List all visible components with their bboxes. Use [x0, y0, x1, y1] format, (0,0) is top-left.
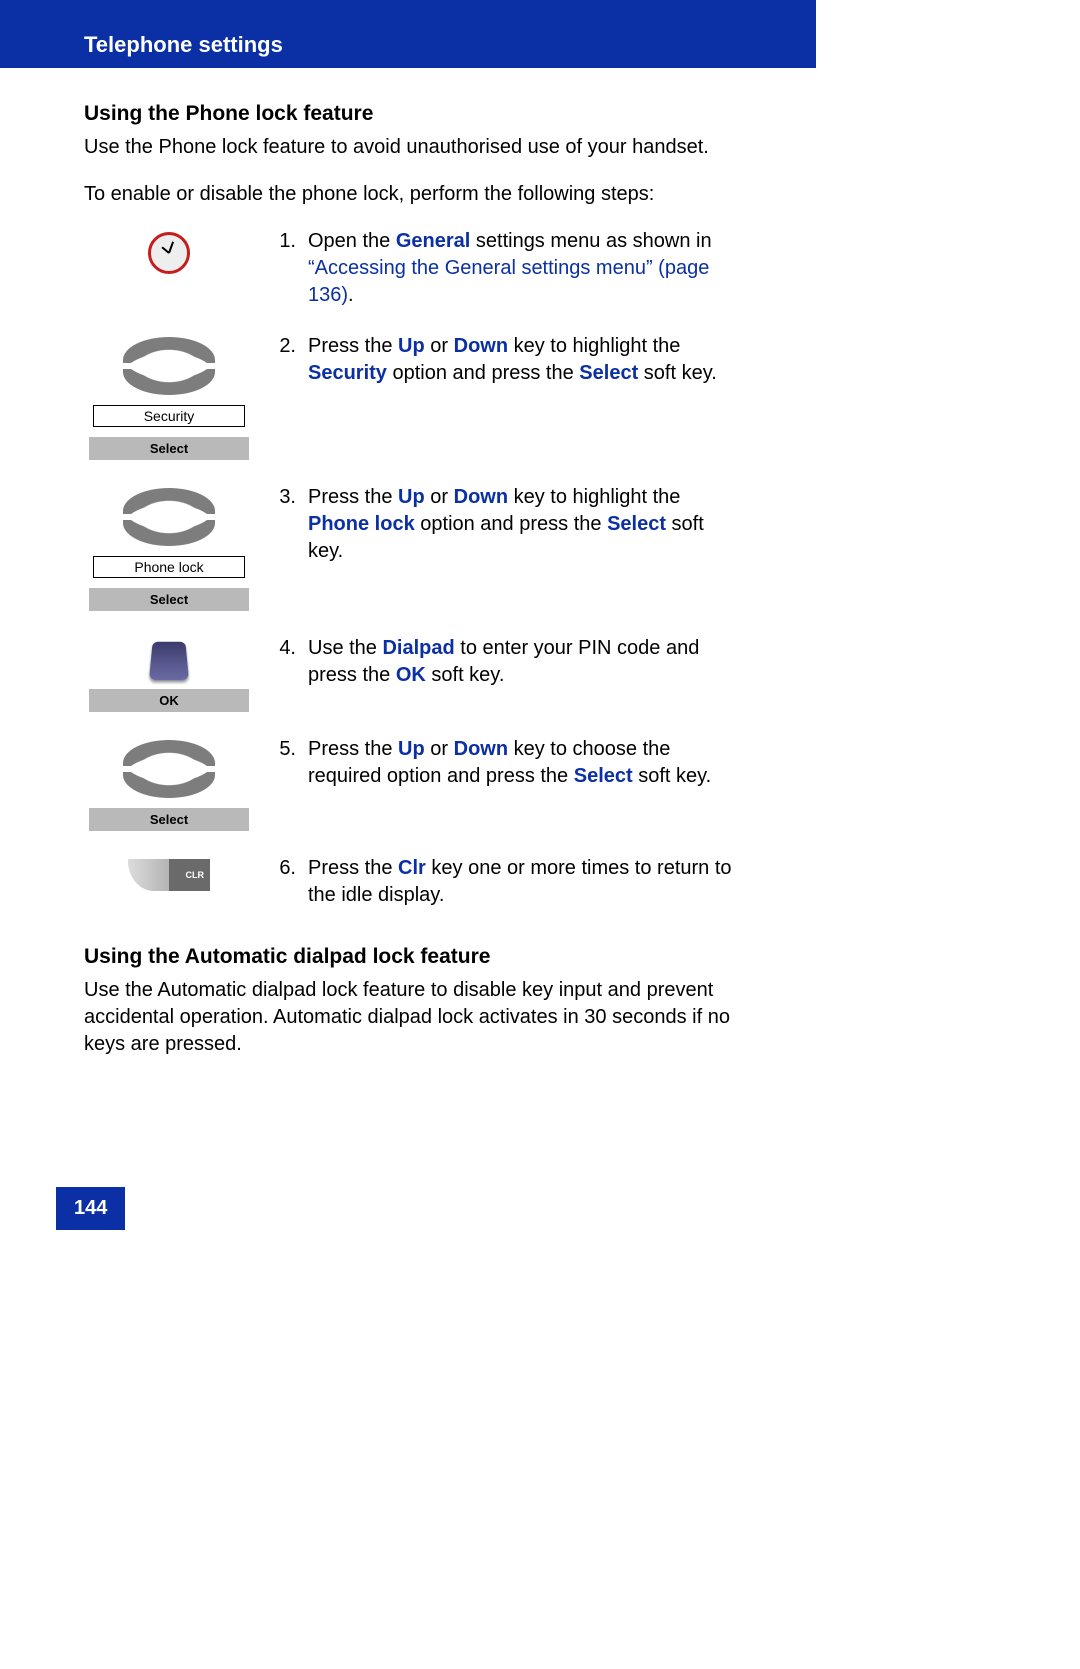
steps-list: 1.Open the General settings menu as show…: [84, 228, 732, 909]
text-run: key to highlight the: [508, 486, 680, 508]
keyword: Down: [454, 486, 508, 508]
page: Telephone settings Using the Phone lock …: [0, 0, 816, 1298]
keyword: Security: [308, 362, 387, 384]
text-run: or: [425, 486, 454, 508]
softkey-label: OK: [89, 689, 249, 712]
keyword: Select: [607, 513, 666, 535]
step-illustration: Phone lock Select: [84, 484, 254, 611]
page-content: Using the Phone lock feature Use the Pho…: [0, 102, 816, 1058]
keyword: Up: [398, 738, 425, 760]
section-heading: Using the Phone lock feature: [84, 102, 732, 126]
keyword: Select: [579, 362, 638, 384]
step-text: 6.Press the Clr key one or more times to…: [274, 855, 732, 909]
step-body: Press the Up or Down key to choose the r…: [308, 736, 732, 831]
menu-item-label: Phone lock: [93, 556, 245, 578]
text-run: Press the: [308, 335, 398, 357]
step-text: 4.Use the Dialpad to enter your PIN code…: [274, 635, 732, 712]
text-run: soft key.: [638, 362, 717, 384]
text-run: Press the: [308, 486, 398, 508]
keyword: Clr: [398, 857, 426, 879]
text-run: soft key.: [426, 664, 505, 686]
step-text: 1.Open the General settings menu as show…: [274, 228, 732, 309]
step-body: Press the Clr key one or more times to r…: [308, 855, 732, 909]
section-heading-2: Using the Automatic dialpad lock feature: [84, 945, 732, 969]
text-run: Press the: [308, 738, 398, 760]
text-run: settings menu as shown in: [470, 230, 711, 252]
keyword: Down: [454, 335, 508, 357]
text-run: option and press the: [387, 362, 579, 384]
text-run: Press the: [308, 857, 398, 879]
menu-item-label: Security: [93, 405, 245, 427]
step-body: Use the Dialpad to enter your PIN code a…: [308, 635, 732, 712]
arc-up-icon: [123, 488, 215, 514]
clock-icon: [148, 232, 190, 274]
up-down-rocker-icon: [123, 740, 215, 798]
breadcrumb-title: Telephone settings: [84, 32, 283, 57]
step-illustration: CLR: [84, 855, 254, 909]
step-illustration: OK: [84, 635, 254, 712]
text-run: or: [425, 738, 454, 760]
cross-reference-link[interactable]: “Accessing the General settings menu” (p…: [308, 257, 709, 306]
text-run: key to highlight the: [508, 335, 680, 357]
keyword: OK: [396, 664, 426, 686]
arc-down-icon: [123, 369, 215, 395]
section-intro-2: Use the Automatic dialpad lock feature t…: [84, 977, 732, 1058]
keyword: Phone lock: [308, 513, 415, 535]
keyword: Select: [574, 765, 633, 787]
step-text: 3.Press the Up or Down key to highlight …: [274, 484, 732, 611]
step-number: 2.: [274, 333, 296, 460]
keyword: Dialpad: [382, 637, 454, 659]
page-number: 144: [56, 1187, 125, 1230]
breadcrumb-bar: Telephone settings: [0, 0, 816, 68]
keyword: General: [396, 230, 470, 252]
step-number: 4.: [274, 635, 296, 712]
step-body: Open the General settings menu as shown …: [308, 228, 732, 309]
arc-down-icon: [123, 772, 215, 798]
step-number: 1.: [274, 228, 296, 309]
text-run: Open the: [308, 230, 396, 252]
text-run: .: [348, 284, 354, 306]
step-body: Press the Up or Down key to highlight th…: [308, 484, 732, 611]
step-illustration: [84, 228, 254, 309]
step-number: 6.: [274, 855, 296, 909]
step-number: 5.: [274, 736, 296, 831]
text-run: option and press the: [415, 513, 607, 535]
section-intro: Use the Phone lock feature to avoid unau…: [84, 134, 732, 161]
step-text: 5.Press the Up or Down key to choose the…: [274, 736, 732, 831]
text-run: or: [425, 335, 454, 357]
arc-down-icon: [123, 520, 215, 546]
keyword: Up: [398, 486, 425, 508]
dialpad-icon: [149, 642, 189, 680]
step-body: Press the Up or Down key to highlight th…: [308, 333, 732, 460]
step-number: 3.: [274, 484, 296, 611]
arc-up-icon: [123, 740, 215, 766]
text-run: Use the: [308, 637, 382, 659]
section-lead: To enable or disable the phone lock, per…: [84, 181, 732, 208]
keyword: Down: [454, 738, 508, 760]
text-run: soft key.: [633, 765, 712, 787]
clr-key-icon: CLR: [128, 859, 210, 891]
up-down-rocker-icon: [123, 337, 215, 395]
keyword: Up: [398, 335, 425, 357]
softkey-label: Select: [89, 437, 249, 460]
step-illustration: Select: [84, 736, 254, 831]
softkey-label: Select: [89, 588, 249, 611]
arc-up-icon: [123, 337, 215, 363]
up-down-rocker-icon: [123, 488, 215, 546]
softkey-label: Select: [89, 808, 249, 831]
step-text: 2.Press the Up or Down key to highlight …: [274, 333, 732, 460]
step-illustration: Security Select: [84, 333, 254, 460]
